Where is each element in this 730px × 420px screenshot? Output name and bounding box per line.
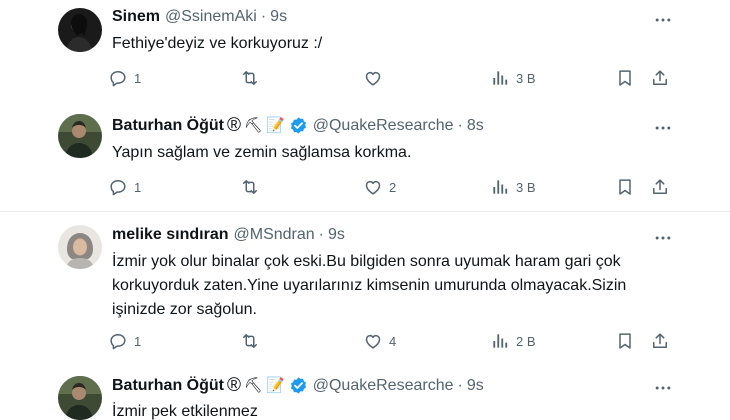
more-icon[interactable] [652, 9, 674, 31]
tweet-text: İzmir pek etkilenmez [112, 403, 258, 420]
separator-dot: · [318, 226, 324, 243]
author-handle[interactable]: @SsinemAki [165, 8, 257, 26]
reply-icon [108, 177, 128, 197]
tweet[interactable]: melike sındıran @MSndran · 9s İzmir yok … [0, 212, 730, 364]
more-icon[interactable] [652, 377, 674, 399]
verified-icon [289, 376, 308, 395]
bookmark-button[interactable] [615, 67, 635, 89]
like-button[interactable]: 4 [363, 330, 396, 352]
views-count: 3 B [516, 179, 536, 195]
reply-icon [108, 68, 128, 88]
memo-emoji: 📝 [266, 117, 285, 134]
timestamp[interactable]: 8s [467, 117, 484, 135]
like-button[interactable] [363, 67, 389, 89]
like-button[interactable]: 2 [363, 176, 396, 198]
like-icon [363, 68, 383, 88]
separator-dot: · [260, 8, 267, 25]
avatar[interactable] [58, 114, 102, 158]
tweet[interactable]: Sinem @SsinemAki · 9s Fethiye'deyiz ve k… [0, 0, 730, 104]
tweet-header: Baturhan Öğüt ® ⛏ 📝 @QuakeResearche · 9s [112, 376, 484, 395]
retweet-icon [240, 177, 260, 197]
views-button[interactable]: 3 B [490, 67, 536, 89]
bookmark-icon [615, 68, 635, 88]
action-bar: 1 4 2 B [108, 330, 678, 352]
retweet-icon [240, 331, 260, 351]
retweet-button[interactable] [240, 67, 266, 89]
share-icon [650, 177, 670, 197]
action-bar: 1 3 B [108, 67, 678, 89]
more-icon[interactable] [652, 117, 674, 139]
memo-emoji: 📝 [266, 377, 285, 394]
views-count: 3 B [516, 70, 536, 86]
retweet-button[interactable] [240, 330, 266, 352]
tweet[interactable]: Baturhan Öğüt ® ⛏ 📝 @QuakeResearche · 9s… [0, 364, 730, 420]
like-count: 2 [389, 179, 397, 195]
tweet-text: Yapın sağlam ve zemin sağlamsa korkma. [112, 144, 412, 161]
like-icon [363, 177, 383, 197]
views-button[interactable]: 2 B [490, 330, 536, 352]
bookmark-button[interactable] [615, 330, 635, 352]
avatar[interactable] [58, 8, 102, 52]
author-handle[interactable]: @MSndran [234, 226, 315, 244]
bookmark-icon [615, 177, 635, 197]
share-button[interactable] [650, 67, 670, 89]
registered-symbol: ® [227, 115, 241, 136]
tweet-header: Baturhan Öğüt ® ⛏ 📝 @QuakeResearche · 8s [112, 116, 484, 135]
timestamp[interactable]: 9s [328, 226, 345, 244]
like-icon [363, 331, 383, 351]
share-icon [650, 68, 670, 88]
reply-button[interactable]: 1 [108, 330, 141, 352]
verified-icon [289, 116, 308, 135]
more-icon[interactable] [652, 227, 674, 249]
author-handle[interactable]: @QuakeResearche [313, 117, 454, 135]
tweet-text: Fethiye'deyiz ve korkuyoruz :/ [112, 35, 323, 52]
share-button[interactable] [650, 176, 670, 198]
action-bar: 1 2 3 B [108, 176, 678, 198]
avatar[interactable] [58, 376, 102, 420]
views-icon [490, 331, 510, 351]
separator-dot: · [457, 376, 463, 394]
timestamp[interactable]: 9s [270, 8, 287, 26]
avatar[interactable] [58, 225, 102, 269]
author-name[interactable]: Baturhan Öğüt [112, 377, 224, 395]
timestamp[interactable]: 9s [467, 377, 484, 395]
tweet-header: melike sındıran @MSndran · 9s [112, 226, 345, 244]
reply-button[interactable]: 1 [108, 176, 141, 198]
pick-emoji: ⛏ [244, 377, 264, 394]
reply-count: 1 [134, 179, 142, 195]
views-icon [490, 177, 510, 197]
reply-count: 1 [134, 70, 142, 86]
share-icon [650, 331, 670, 351]
tweet-header: Sinem @SsinemAki · 9s [112, 8, 287, 26]
registered-symbol: ® [227, 375, 241, 396]
pick-emoji: ⛏ [244, 117, 264, 134]
views-icon [490, 68, 510, 88]
bookmark-icon [615, 331, 635, 351]
tweet[interactable]: Baturhan Öğüt ® ⛏ 📝 @QuakeResearche · 8s… [0, 104, 730, 208]
reply-button[interactable]: 1 [108, 67, 141, 89]
author-name[interactable]: Baturhan Öğüt [112, 117, 224, 135]
views-count: 2 B [516, 333, 536, 349]
views-button[interactable]: 3 B [490, 176, 536, 198]
reply-icon [108, 331, 128, 351]
retweet-button[interactable] [240, 176, 266, 198]
separator-dot: · [457, 116, 463, 134]
reply-count: 1 [134, 333, 142, 349]
retweet-icon [240, 68, 260, 88]
tweet-text: İzmir yok olur binalar çok eski.Bu bilgi… [112, 253, 627, 318]
author-handle[interactable]: @QuakeResearche [313, 377, 454, 395]
author-name[interactable]: melike sındıran [112, 226, 229, 244]
share-button[interactable] [650, 330, 670, 352]
like-count: 4 [389, 333, 397, 349]
bookmark-button[interactable] [615, 176, 635, 198]
author-name[interactable]: Sinem [112, 8, 160, 26]
